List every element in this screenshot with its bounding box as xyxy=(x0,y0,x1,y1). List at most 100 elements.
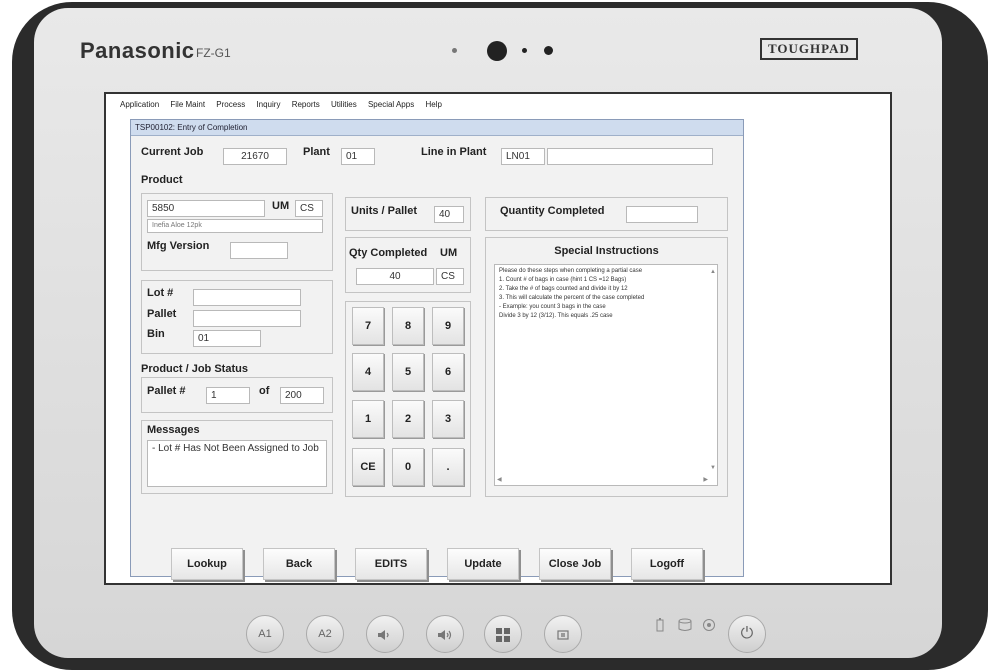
messages-box: - Lot # Has Not Been Assigned to Job xyxy=(147,440,327,487)
keypad-8-button[interactable]: 8 xyxy=(392,307,424,345)
instruction-line: 1. Count # of bags in case (hint 1 CS =1… xyxy=(499,277,627,283)
keypad-0-button[interactable]: 0 xyxy=(392,448,424,486)
menu-item-file-maint[interactable]: File Maint xyxy=(170,100,205,109)
line-in-plant-field[interactable]: LN01 xyxy=(501,148,545,165)
pallet-number-field[interactable]: 1 xyxy=(206,387,250,404)
current-job-label: Current Job xyxy=(141,146,204,158)
menu-item-reports[interactable]: Reports xyxy=(292,100,320,109)
units-per-pallet-field[interactable]: 40 xyxy=(434,206,464,223)
um-field[interactable]: CS xyxy=(295,200,323,217)
of-label: of xyxy=(259,385,270,397)
lot-label: Lot # xyxy=(147,287,174,299)
edits-button[interactable]: EDITS xyxy=(355,548,427,580)
special-instructions-label: Special Instructions xyxy=(554,245,659,257)
back-button[interactable]: Back xyxy=(263,548,335,580)
mfg-version-label: Mfg Version xyxy=(147,240,210,252)
product-label: Product xyxy=(141,174,183,186)
scroll-down-icon[interactable]: ▼ xyxy=(710,464,716,473)
light-sensor-icon xyxy=(544,46,553,55)
keypad-7-button[interactable]: 7 xyxy=(352,307,384,345)
lookup-button[interactable]: Lookup xyxy=(171,548,243,580)
special-instructions-group: Special Instructions Please do these ste… xyxy=(485,237,728,497)
a2-button[interactable]: A2 xyxy=(306,615,344,653)
keypad-9-button[interactable]: 9 xyxy=(432,307,464,345)
instruction-line: Please do these steps when completing a … xyxy=(499,268,643,274)
quantity-completed-group: Quantity Completed xyxy=(485,197,728,231)
menu-item-special-apps[interactable]: Special Apps xyxy=(368,100,414,109)
vertical-scrollbar[interactable]: ▲ ▼ xyxy=(710,268,716,473)
power-icon[interactable]: ⏻ xyxy=(728,615,766,653)
volume-up-icon[interactable] xyxy=(426,615,464,653)
instruction-line: 2. Take the # of bags counted and divide… xyxy=(499,286,628,292)
qty-completed-label: Qty Completed xyxy=(349,247,428,259)
instruction-line: Divide 3 by 12 (3/12). This equals .25 c… xyxy=(499,313,613,319)
keypad-decimal-button[interactable]: . xyxy=(432,448,464,486)
scroll-left-icon[interactable]: ◀ xyxy=(497,476,502,484)
plant-label: Plant xyxy=(303,146,330,158)
horizontal-scrollbar[interactable]: ◀ ▶ xyxy=(497,476,708,484)
current-job-field[interactable]: 21670 xyxy=(223,148,287,165)
update-button[interactable]: Update xyxy=(447,548,519,580)
pallet-label: Pallet xyxy=(147,308,177,320)
a1-button[interactable]: A1 xyxy=(246,615,284,653)
instruction-line: 3. This will calculate the percent of th… xyxy=(499,295,645,301)
messages-group: Messages - Lot # Has Not Been Assigned t… xyxy=(141,420,333,494)
keypad-ce-button[interactable]: CE xyxy=(352,448,384,486)
qty-um-field[interactable]: CS xyxy=(436,268,464,285)
volume-down-icon[interactable] xyxy=(366,615,404,653)
window-title: TSP00102: Entry of Completion xyxy=(131,120,743,136)
instruction-line: - Example: you count 3 bags in the case xyxy=(499,304,606,310)
units-per-pallet-label: Units / Pallet xyxy=(351,205,418,217)
um-label: UM xyxy=(272,200,290,212)
entry-of-completion-window: TSP00102: Entry of Completion Current Jo… xyxy=(130,119,744,580)
menu-item-process[interactable]: Process xyxy=(216,100,245,109)
product-code-field[interactable]: 5850 xyxy=(147,200,265,217)
toughpad-logo: TOUGHPAD xyxy=(760,38,858,60)
pallet-field[interactable] xyxy=(193,310,301,327)
sensor-dot-icon xyxy=(522,48,527,53)
sensor-dot-icon xyxy=(452,48,457,53)
keypad-group: 7 8 9 4 5 6 1 2 3 CE 0 . xyxy=(345,301,471,497)
logoff-button[interactable]: Logoff xyxy=(631,548,703,580)
qty-um-label: UM xyxy=(440,247,458,259)
scroll-up-icon[interactable]: ▲ xyxy=(710,268,716,277)
lot-field[interactable] xyxy=(193,289,301,306)
mfg-version-field[interactable] xyxy=(230,242,288,259)
menu-item-utilities[interactable]: Utilities xyxy=(331,100,357,109)
menu-bar: Application File Maint Process Inquiry R… xyxy=(120,100,451,109)
wireless-icon xyxy=(702,618,716,635)
scroll-right-icon[interactable]: ▶ xyxy=(703,476,708,484)
keypad-2-button[interactable]: 2 xyxy=(392,400,424,438)
bin-field[interactable]: 01 xyxy=(193,330,261,347)
qty-completed-group: Qty Completed UM 40 CS xyxy=(345,237,471,293)
plant-field[interactable]: 01 xyxy=(341,148,375,165)
battery-icon xyxy=(656,618,664,635)
quantity-completed-label: Quantity Completed xyxy=(500,205,605,217)
rotate-icon[interactable] xyxy=(544,615,582,653)
units-per-pallet-group: Units / Pallet 40 xyxy=(345,197,471,231)
close-job-button[interactable]: Close Job xyxy=(539,548,611,580)
keypad-5-button[interactable]: 5 xyxy=(392,353,424,391)
pallet-total-field[interactable]: 200 xyxy=(280,387,324,404)
product-description-field[interactable]: Inefia Aloe 12pk xyxy=(147,219,323,233)
product-group: 5850 UM CS Inefia Aloe 12pk Mfg Version xyxy=(141,193,333,271)
keypad-6-button[interactable]: 6 xyxy=(432,353,464,391)
keypad-3-button[interactable]: 3 xyxy=(432,400,464,438)
screen: Application File Maint Process Inquiry R… xyxy=(104,92,892,585)
keypad-1-button[interactable]: 1 xyxy=(352,400,384,438)
pallet-number-label: Pallet # xyxy=(147,385,186,397)
line-description-field[interactable] xyxy=(547,148,713,165)
messages-label: Messages xyxy=(147,424,200,436)
menu-item-inquiry[interactable]: Inquiry xyxy=(256,100,280,109)
menu-item-application[interactable]: Application xyxy=(120,100,159,109)
lot-group: Lot # Pallet Bin 01 xyxy=(141,280,333,354)
windows-icon[interactable] xyxy=(484,615,522,653)
bin-label: Bin xyxy=(147,328,165,340)
line-in-plant-label: Line in Plant xyxy=(421,146,487,158)
product-job-status-label: Product / Job Status xyxy=(141,363,248,375)
quantity-completed-field[interactable] xyxy=(626,206,698,223)
pallet-status-group: Pallet # 1 of 200 xyxy=(141,377,333,413)
keypad-4-button[interactable]: 4 xyxy=(352,353,384,391)
qty-completed-field[interactable]: 40 xyxy=(356,268,434,285)
menu-item-help[interactable]: Help xyxy=(425,100,441,109)
